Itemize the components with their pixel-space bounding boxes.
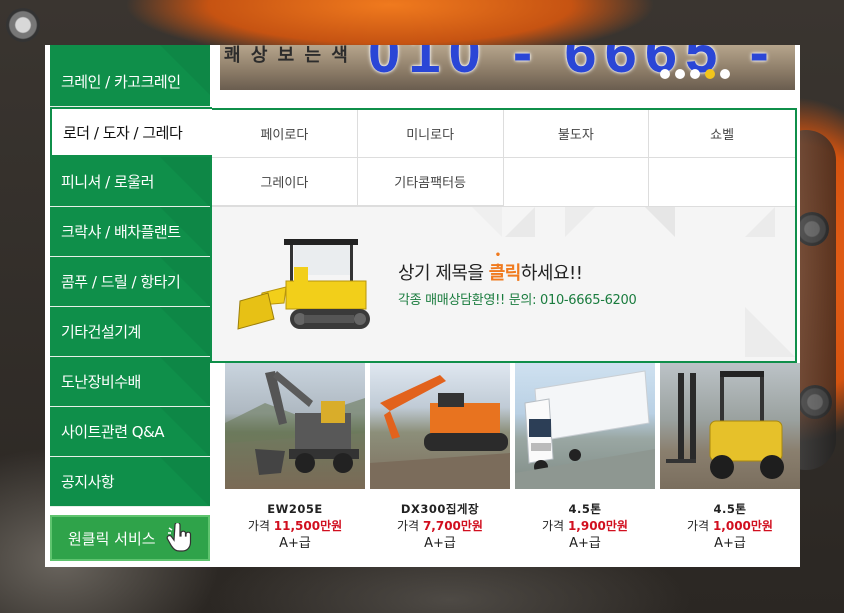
sidebar-item-stolen[interactable]: 도난장비수배	[50, 357, 210, 407]
promo-box: 상기 제목을 클릭하세요!! 각종 매매상담환영!! 문의: 010-6665-…	[212, 207, 795, 361]
product-grid: EW205E 가격 11,500만원 A+급 DX300집게장 가격 7,700…	[225, 363, 800, 552]
submenu-item-grader[interactable]: 그레이다	[212, 158, 358, 206]
decor-triangle	[505, 207, 535, 237]
product-grade: A+급	[424, 536, 456, 551]
promo-title: 상기 제목을 클릭하세요!!	[398, 259, 583, 285]
product-grade: A+급	[279, 536, 311, 551]
sidebar-item-notice[interactable]: 공지사항	[50, 457, 210, 507]
banner-dot-3[interactable]	[690, 69, 700, 79]
price-label: 가격	[247, 519, 270, 533]
submenu-item-shovel[interactable]: 쇼벨	[649, 110, 795, 158]
submenu-empty-cell	[504, 158, 650, 206]
banner-text: 쾌 상 보 는 색	[224, 45, 350, 66]
product-image[interactable]	[515, 363, 655, 489]
product-price: 가격 7,700만원	[370, 518, 510, 535]
submenu-item-miniloader[interactable]: 미니로다	[357, 110, 504, 158]
sidebar-item-other[interactable]: 기타건설기계	[50, 307, 210, 357]
excavator-image	[370, 375, 510, 489]
product-image[interactable]	[225, 363, 365, 489]
top-banner[interactable]: 쾌 상 보 는 색 010 - 6665 - 6200	[220, 45, 795, 90]
product-grade: A+급	[569, 536, 601, 551]
product-grade: A+급	[714, 536, 746, 551]
price-label: 가격	[687, 519, 710, 533]
decor-triangle	[565, 207, 595, 237]
promo-title-pre: 상기 제목을	[398, 263, 489, 284]
sidebar-item-label: 기타건설기계	[61, 323, 141, 341]
sidebar-item-label: 로더 / 도자 / 그레다	[63, 123, 183, 142]
banner-dot-5[interactable]	[720, 69, 730, 79]
sidebar-item-label: 도난장비수배	[61, 373, 141, 391]
banner-pagination	[660, 69, 730, 79]
sidebar-item-label: 피니셔 / 로울러	[61, 173, 154, 191]
sidebar-item-label: 공지사항	[61, 473, 115, 491]
sidebar-item-loader[interactable]: 로더 / 도자 / 그레다	[50, 107, 212, 157]
sidebar-item-label: 크레인 / 카고크레인	[61, 73, 181, 91]
category-sidebar: 크레인 / 카고크레인 로더 / 도자 / 그레다 피니셔 / 로울러 크락샤 …	[50, 45, 212, 561]
product-card[interactable]: 4.5톤 가격 1,900만원 A+급	[515, 363, 655, 552]
product-price: 가격 11,500만원	[225, 518, 365, 535]
truck-image	[515, 370, 655, 489]
product-name: EW205E	[267, 502, 323, 516]
banner-dot-4[interactable]	[705, 69, 715, 79]
submenu-item-compactor[interactable]: 기타콤팩터등	[357, 158, 504, 206]
forklift-image	[666, 371, 784, 479]
sidebar-item-label: 크락샤 / 배차플랜트	[61, 223, 181, 241]
submenu-empty-cell	[649, 158, 795, 206]
main-container: 쾌 상 보 는 색 010 - 6665 - 6200 크레인 / 카고크레인 …	[45, 45, 800, 567]
bolt-decoration	[6, 8, 40, 42]
sidebar-item-crusher[interactable]: 크락샤 / 배차플랜트	[50, 207, 210, 257]
excavator-image	[225, 371, 365, 475]
sidebar-item-finisher[interactable]: 피니셔 / 로울러	[50, 157, 210, 207]
pointer-hand-icon	[166, 523, 192, 552]
product-price: 가격 1,900만원	[515, 518, 655, 535]
submenu-item-bulldozer[interactable]: 불도자	[503, 110, 650, 158]
product-image[interactable]	[660, 363, 800, 489]
product-name: DX300집게장	[400, 502, 480, 516]
banner-dot-2[interactable]	[675, 69, 685, 79]
promo-title-click: 클릭	[489, 263, 522, 284]
product-image[interactable]	[370, 363, 510, 489]
oneclick-service-button[interactable]: 원클릭 서비스	[50, 515, 210, 561]
decor-triangle	[645, 207, 675, 237]
banner-dot-1[interactable]	[660, 69, 670, 79]
promo-subtitle: 각종 매매상담환영!! 문의: 010-6665-6200	[398, 293, 637, 308]
sidebar-item-qna[interactable]: 사이트관련 Q&A	[50, 407, 210, 457]
submenu-item-payloader[interactable]: 페이로다	[212, 110, 358, 158]
promo-title-post: 하세요!!	[520, 263, 583, 284]
sidebar-item-label: 콤푸 / 드릴 / 항타기	[61, 273, 181, 291]
price-value: 1,900만원	[567, 519, 628, 533]
product-price: 가격 1,000만원	[660, 518, 800, 535]
product-name: 4.5톤	[568, 502, 602, 516]
price-value: 1,000만원	[712, 519, 773, 533]
oneclick-label: 원클릭 서비스	[68, 529, 156, 548]
loader-illustration	[237, 239, 370, 330]
banner-phone: 010 - 6665 - 6200	[368, 45, 777, 90]
sidebar-item-crane[interactable]: 크레인 / 카고크레인	[50, 45, 210, 107]
submenu-grid: 페이로다 미니로다 불도자 쇼벨 그레이다 기타콤팩터등	[212, 110, 795, 207]
sidebar-item-compressor[interactable]: 콤푸 / 드릴 / 항타기	[50, 257, 210, 307]
product-card[interactable]: 4.5톤 가격 1,000만원 A+급	[660, 363, 800, 552]
product-card[interactable]: DX300집게장 가격 7,700만원 A+급	[370, 363, 510, 552]
price-label: 가격	[397, 519, 420, 533]
price-label: 가격	[542, 519, 565, 533]
decor-triangle	[745, 207, 775, 237]
decor-triangle	[745, 307, 795, 357]
price-value: 7,700만원	[422, 519, 483, 533]
product-name: 4.5톤	[713, 502, 747, 516]
sidebar-item-label: 사이트관련 Q&A	[61, 423, 165, 441]
submenu-panel: 페이로다 미니로다 불도자 쇼벨 그레이다 기타콤팩터등 상기 제목을 • • …	[210, 108, 797, 363]
decor-triangle	[472, 207, 502, 237]
product-card[interactable]: EW205E 가격 11,500만원 A+급	[225, 363, 365, 552]
price-value: 11,500만원	[273, 519, 343, 533]
